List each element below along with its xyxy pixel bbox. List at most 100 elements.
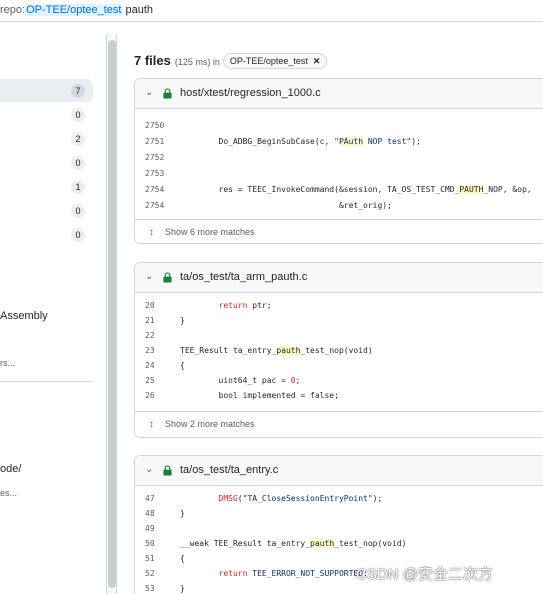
language-filter-assembly[interactable]: Assembly (0, 310, 48, 322)
facet-count: 0 (71, 204, 85, 218)
code-token: } (180, 509, 185, 518)
results-pane: 7 files (125 ms) in OP-TEE/optee_test ✕ ⌄ h… (117, 22, 543, 594)
code-text: __weak TEE_Result ta_entry_pauth_test_no… (180, 537, 406, 551)
results-count: 7 files (134, 53, 171, 68)
line-number[interactable]: 2750 (145, 119, 167, 133)
code-token: { (180, 361, 185, 370)
sidebar-scrollbar[interactable] (106, 34, 117, 594)
result-file-path[interactable]: host/xtest/regression_1000.c (180, 87, 321, 99)
expand-icon: ↕ (149, 227, 154, 238)
match-highlight: PAuth (338, 137, 364, 146)
line-number[interactable]: 2753 (145, 167, 167, 181)
line-number[interactable]: 24 (145, 359, 167, 373)
code-text: Do_ADBG_BeginSubCase(c, "PAuth NOP test"… (180, 135, 421, 149)
facet-issues[interactable]: 2 (0, 127, 93, 150)
line-number[interactable]: 21 (145, 314, 167, 328)
scrollbar-thumb[interactable] (108, 40, 116, 588)
code-token: return (218, 301, 248, 310)
search-repo-token: OP-TEE/optee_test (25, 4, 123, 16)
code-token: _test_nop(void) (334, 539, 407, 548)
code-token: TEE_Result ta_entry_ (180, 346, 277, 355)
facet-count: 7 (71, 84, 85, 98)
code-token: NOP test" (363, 137, 412, 146)
line-number[interactable]: 48 (145, 507, 167, 521)
line-number[interactable]: 23 (145, 344, 167, 358)
code-token: DMSG (218, 494, 238, 503)
results-header: 7 files (125 ms) in OP-TEE/optee_test ✕ (134, 52, 328, 70)
more-languages-link[interactable]: rs... (0, 358, 15, 368)
code-token: ); (411, 137, 421, 146)
show-more-matches-button[interactable]: ↕ Show 6 more matches (135, 219, 543, 243)
sidebar-divider (0, 381, 93, 382)
result-file-path[interactable]: ta/os_test/ta_entry.c (180, 464, 278, 476)
code-token: res = TEEC_InvokeCommand(&session, TA_OS… (180, 185, 460, 194)
line-number[interactable]: 47 (145, 492, 167, 506)
more-paths-link[interactable]: es... (0, 488, 17, 498)
code-token: return (218, 569, 248, 578)
lock-icon (163, 88, 172, 99)
filter-sidebar: 7 0 2 0 1 0 0 Assembly rs... ode/ es... (0, 22, 106, 594)
search-query[interactable]: repo:OP-TEE/optee_test pauth (0, 4, 153, 16)
code-token: ); (372, 494, 383, 503)
filter-chip-label: OP-TEE/optee_test (229, 56, 308, 66)
code-token: &ret_orig); (180, 201, 392, 210)
code-token: bool implemented = false; (180, 391, 339, 400)
result-file-path[interactable]: ta/os_test/ta_arm_pauth.c (180, 271, 307, 283)
line-number[interactable]: 2754 (145, 199, 167, 213)
line-number[interactable]: 52 (145, 567, 167, 581)
line-number[interactable]: 2751 (145, 135, 167, 149)
line-number[interactable]: 49 (145, 522, 167, 536)
code-token: TEE_ERROR_NOT_SUPPORTED; (247, 569, 368, 578)
code-text: bool implemented = false; (180, 389, 339, 403)
code-token: "TA_CloseSessionEntryPoint" (242, 494, 373, 503)
line-number[interactable]: 26 (145, 389, 167, 403)
code-token: Do_ADBG_BeginSubCase(c, (180, 137, 335, 146)
line-number[interactable]: 22 (145, 329, 167, 343)
code-text: &ret_orig); (180, 199, 392, 213)
result-card-header[interactable]: ⌄ host/xtest/regression_1000.c (135, 79, 543, 109)
filter-chip[interactable]: OP-TEE/optee_test ✕ (222, 53, 328, 69)
show-more-matches-button[interactable]: ↕ Show 2 more matches (135, 411, 543, 437)
line-number[interactable]: 2752 (145, 151, 167, 165)
line-number[interactable]: 25 (145, 374, 167, 388)
match-highlight: PAUTH (459, 185, 484, 194)
results-meta: (125 ms) in (174, 57, 220, 67)
facet-commits[interactable]: 0 (0, 223, 93, 246)
show-more-label: Show 2 more matches (165, 419, 255, 429)
chip-close-icon[interactable]: ✕ (313, 56, 321, 66)
code-text: TEE_Result ta_entry_pauth_test_nop(void) (180, 344, 373, 358)
code-token: ptr; (247, 301, 272, 310)
result-card: ⌄ ta/os_test/ta_arm_pauth.c 20 return pt… (134, 262, 543, 438)
facet-users[interactable]: 0 (0, 199, 93, 222)
facet-discussions[interactable]: 1 (0, 175, 93, 198)
line-number[interactable]: 20 (145, 299, 167, 313)
line-number[interactable]: 51 (145, 552, 167, 566)
facet-pull-requests[interactable]: 0 (0, 151, 93, 174)
code-text: res = TEEC_InvokeCommand(&session, TA_OS… (180, 183, 532, 197)
code-token: _test_nop(void) (300, 346, 373, 355)
search-bar[interactable]: repo:OP-TEE/optee_test pauth (0, 0, 543, 22)
facet-code[interactable]: 7 (0, 79, 93, 102)
code-token: uint64_t pac = (180, 376, 291, 385)
match-highlight: pauth (310, 539, 335, 548)
chevron-down-icon[interactable]: ⌄ (145, 271, 153, 282)
result-card-header[interactable]: ⌄ ta/os_test/ta_arm_pauth.c (135, 263, 543, 293)
match-highlight: pauth (276, 346, 301, 355)
chevron-down-icon[interactable]: ⌄ (145, 87, 153, 98)
code-text: } (180, 582, 185, 594)
result-card: ⌄ host/xtest/regression_1000.c 2750 2751 … (134, 78, 543, 244)
chevron-down-icon[interactable]: ⌄ (145, 464, 153, 475)
line-number[interactable]: 53 (145, 582, 167, 594)
result-card-header[interactable]: ⌄ ta/os_test/ta_entry.c (135, 456, 543, 486)
facet-count: 0 (71, 156, 85, 170)
code-token: __weak TEE_Result ta_entry_ (180, 539, 311, 548)
show-more-label: Show 6 more matches (165, 227, 255, 237)
facet-repositories[interactable]: 0 (0, 103, 93, 126)
line-number[interactable]: 50 (145, 537, 167, 551)
path-filter-code[interactable]: ode/ (0, 463, 21, 475)
watermark: CSDN @安全二次方 (356, 566, 493, 583)
line-number[interactable]: 2754 (145, 183, 167, 197)
code-token: ; (295, 376, 301, 385)
